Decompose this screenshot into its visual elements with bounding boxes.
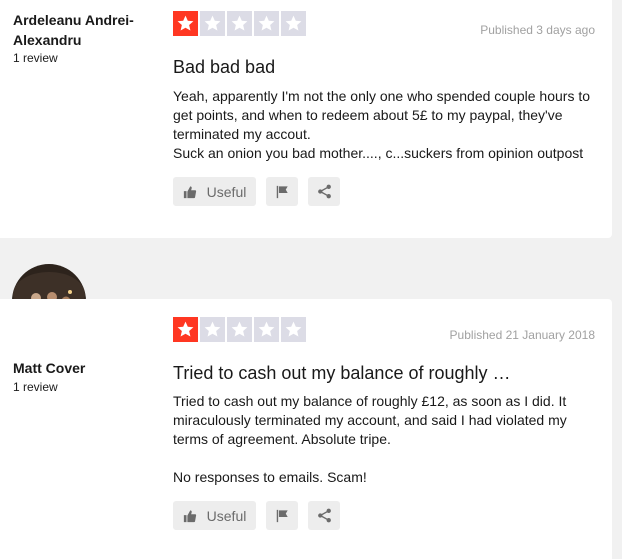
star-rating	[173, 11, 308, 36]
useful-label: Useful	[206, 507, 247, 524]
star-icon	[281, 11, 306, 36]
review-body: Tried to cash out my balance of roughly …	[173, 392, 603, 487]
star-icon	[200, 317, 225, 342]
star-icon	[227, 11, 252, 36]
thumbs-up-icon	[183, 185, 196, 198]
review-body: Yeah, apparently I'm not the only one wh…	[173, 87, 603, 163]
star-icon	[227, 317, 252, 342]
author-name[interactable]: Matt Cover	[13, 358, 85, 378]
author-name[interactable]: Ardeleanu Andrei-Alexandru	[13, 10, 163, 50]
published-date[interactable]: Published 3 days ago	[480, 23, 595, 37]
author-review-count: 1 review	[13, 51, 58, 65]
flag-button[interactable]	[266, 501, 298, 530]
share-icon	[317, 508, 331, 523]
star-icon	[254, 11, 279, 36]
share-icon	[317, 184, 331, 199]
review-actions: Useful	[173, 177, 350, 206]
useful-button[interactable]: Useful	[173, 501, 256, 530]
useful-button[interactable]: Useful	[173, 177, 256, 206]
share-button[interactable]	[308, 501, 340, 530]
review-body-text: Tried to cash out my balance of roughly …	[173, 393, 567, 485]
star-icon	[281, 317, 306, 342]
author-review-count: 1 review	[13, 380, 58, 394]
review-card: Ardeleanu Andrei-Alexandru 1 review Publ…	[0, 0, 612, 238]
review-card: Matt Cover 1 review Published 21 January…	[0, 299, 612, 559]
thumbs-up-icon	[183, 509, 196, 522]
star-icon	[200, 11, 225, 36]
star-icon	[254, 317, 279, 342]
review-title[interactable]: Bad bad bad	[173, 57, 275, 78]
published-date[interactable]: Published 21 January 2018	[450, 328, 595, 342]
star-rating	[173, 317, 308, 342]
flag-button[interactable]	[266, 177, 298, 206]
flag-icon	[276, 509, 288, 522]
flag-icon	[276, 185, 288, 198]
share-button[interactable]	[308, 177, 340, 206]
star-icon	[173, 11, 198, 36]
useful-label: Useful	[206, 183, 247, 200]
star-icon	[173, 317, 198, 342]
review-body-text: Yeah, apparently I'm not the only one wh…	[173, 88, 591, 161]
review-title[interactable]: Tried to cash out my balance of roughly …	[173, 363, 511, 384]
review-actions: Useful	[173, 501, 350, 530]
